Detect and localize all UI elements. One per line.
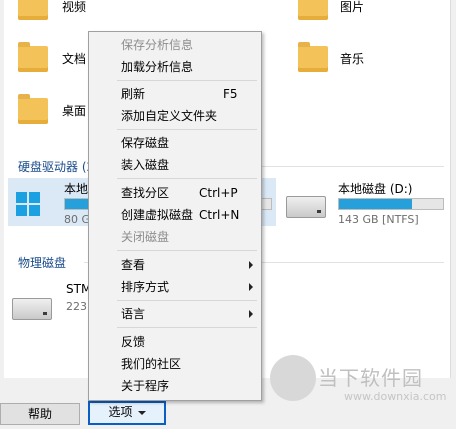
submenu-arrow-icon (249, 310, 253, 318)
submenu-arrow-icon (249, 261, 253, 269)
menu-close-disk[interactable]: 关闭磁盘 (89, 226, 261, 248)
menu-add-custom-folder-label: 添加自定义文件夹 (121, 109, 218, 123)
drive-d-detail: 143 GB [NTFS] (338, 213, 419, 226)
menu-save-analysis-info-label: 保存分析信息 (121, 38, 194, 52)
options-button-label: 选项 (108, 405, 133, 419)
menu-language[interactable]: 语言 (89, 303, 261, 325)
folder-pictures-label: 图片 (340, 0, 365, 14)
menu-create-virtual-disk-label: 创建虚拟磁盘 (121, 208, 194, 222)
physical-disk-icon (12, 298, 52, 320)
menu-load-analysis-info[interactable]: 加载分析信息 (89, 56, 261, 78)
options-button[interactable]: 选项 (88, 401, 166, 425)
menu-load-disk[interactable]: 装入磁盘 (89, 154, 261, 176)
menu-find-partition-shortcut: Ctrl+P (199, 186, 238, 200)
menu-language-label: 语言 (121, 307, 146, 321)
watermark-logo-icon (270, 355, 316, 401)
menu-refresh[interactable]: 刷新 F5 (89, 83, 261, 105)
videos-folder-icon (18, 0, 48, 20)
menu-about[interactable]: 关于程序 (89, 375, 261, 397)
menu-feedback-label: 反馈 (121, 335, 146, 349)
folder-desktop-label: 桌面 (62, 104, 87, 118)
pictures-folder-icon (298, 0, 328, 20)
menu-close-disk-label: 关闭磁盘 (121, 230, 170, 244)
drive-d-usage-bar (338, 198, 444, 210)
help-button[interactable]: 帮助 (0, 403, 80, 425)
menu-refresh-shortcut: F5 (223, 87, 238, 101)
help-button-label: 帮助 (27, 407, 52, 421)
menu-separator (117, 178, 257, 179)
menu-save-disk[interactable]: 保存磁盘 (89, 132, 261, 154)
menu-find-partition-label: 查找分区 (121, 186, 170, 200)
folder-music-label: 音乐 (340, 52, 365, 66)
menu-view[interactable]: 查看 (89, 254, 261, 276)
folder-documents-label: 文档 (62, 52, 87, 66)
menu-separator (117, 327, 257, 328)
watermark-url: www.downxia.com (344, 390, 447, 403)
documents-folder-icon (18, 42, 48, 72)
menu-save-disk-label: 保存磁盘 (121, 136, 170, 150)
menu-feedback[interactable]: 反馈 (89, 331, 261, 353)
watermark-brand: 当下软件园 (318, 366, 423, 390)
menu-create-virtual-disk-shortcut: Ctrl+N (199, 208, 240, 222)
submenu-arrow-icon (249, 283, 253, 291)
physical-section-header: 物理磁盘 (18, 256, 67, 270)
drive-d[interactable]: 本地磁盘 (D:) 143 GB [NTFS] (286, 178, 446, 226)
menu-load-disk-label: 装入磁盘 (121, 158, 170, 172)
menu-separator (117, 129, 257, 130)
hard-drive-icon (286, 196, 326, 218)
desktop-folder-icon (18, 94, 48, 124)
menu-refresh-label: 刷新 (121, 87, 146, 101)
menu-view-label: 查看 (121, 258, 146, 272)
folder-videos-label: 视频 (62, 0, 87, 14)
music-folder-icon (298, 42, 328, 72)
windows-logo-icon (16, 192, 40, 216)
options-context-menu: 保存分析信息 加载分析信息 刷新 F5 添加自定义文件夹 保存磁盘 装入磁盘 查… (88, 31, 262, 401)
menu-separator (117, 80, 257, 81)
menu-add-custom-folder[interactable]: 添加自定义文件夹 (89, 105, 261, 127)
menu-sort-label: 排序方式 (121, 280, 170, 294)
menu-create-virtual-disk[interactable]: 创建虚拟磁盘 Ctrl+N (89, 204, 261, 226)
drives-section-header: 硬盘驱动器 (2) (18, 160, 99, 174)
menu-community-label: 我们的社区 (121, 357, 182, 371)
drive-d-usage-fill (339, 199, 412, 209)
menu-sort[interactable]: 排序方式 (89, 276, 261, 298)
menu-community[interactable]: 我们的社区 (89, 353, 261, 375)
drive-d-name: 本地磁盘 (D:) (338, 182, 413, 196)
menu-find-partition[interactable]: 查找分区 Ctrl+P (89, 182, 261, 204)
menu-about-label: 关于程序 (121, 379, 170, 393)
menu-separator (117, 250, 257, 251)
chevron-down-icon (137, 410, 146, 415)
menu-save-analysis-info[interactable]: 保存分析信息 (89, 34, 261, 56)
menu-separator (117, 300, 257, 301)
menu-load-analysis-info-label: 加载分析信息 (121, 60, 194, 74)
